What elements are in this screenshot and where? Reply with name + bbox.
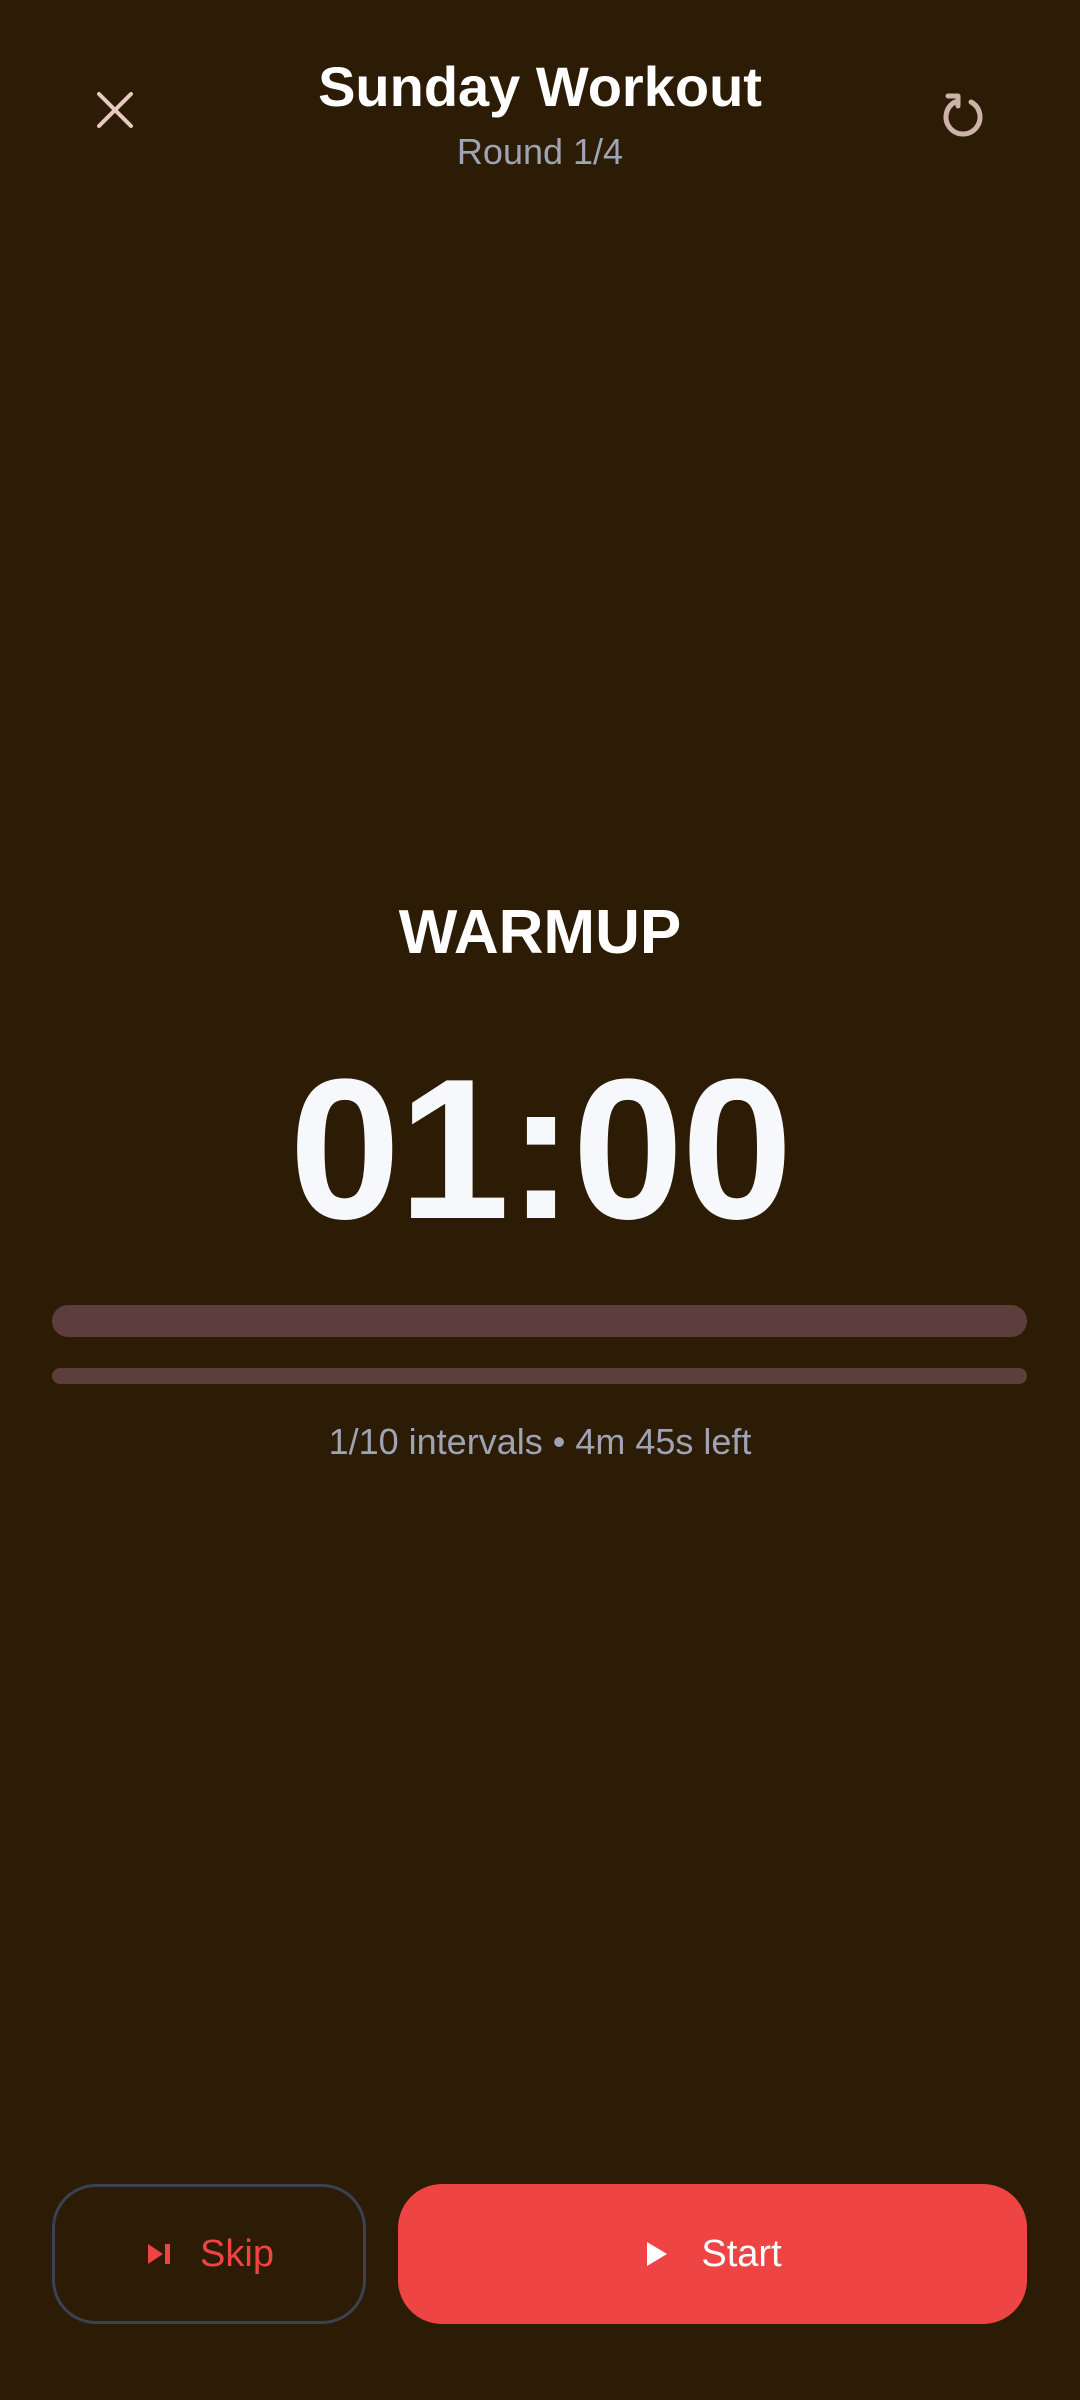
round-indicator: Round 1/4 <box>456 131 624 172</box>
phase-label: WARMUP <box>398 898 682 967</box>
workout-title: Sunday Workout <box>318 55 762 118</box>
interval-progress-bar <box>52 1305 1027 1337</box>
reset-button[interactable] <box>928 80 998 150</box>
total-progress-bar <box>52 1368 1027 1384</box>
start-button[interactable]: Start <box>398 2184 1027 2324</box>
countdown-timer: 01:00 <box>289 1038 793 1261</box>
intervals-status: 1/10 intervals • 4m 45s left <box>328 1421 752 1462</box>
reset-icon <box>938 90 988 140</box>
skip-label: Skip <box>200 2232 274 2275</box>
workout-timer-screen: Sunday Workout Round 1/4 WARMUP 01:00 1/… <box>0 0 1080 2400</box>
skip-button[interactable]: Skip <box>52 2184 366 2324</box>
skip-next-icon <box>144 2239 174 2269</box>
start-label: Start <box>701 2232 782 2275</box>
play-icon <box>643 2239 671 2269</box>
